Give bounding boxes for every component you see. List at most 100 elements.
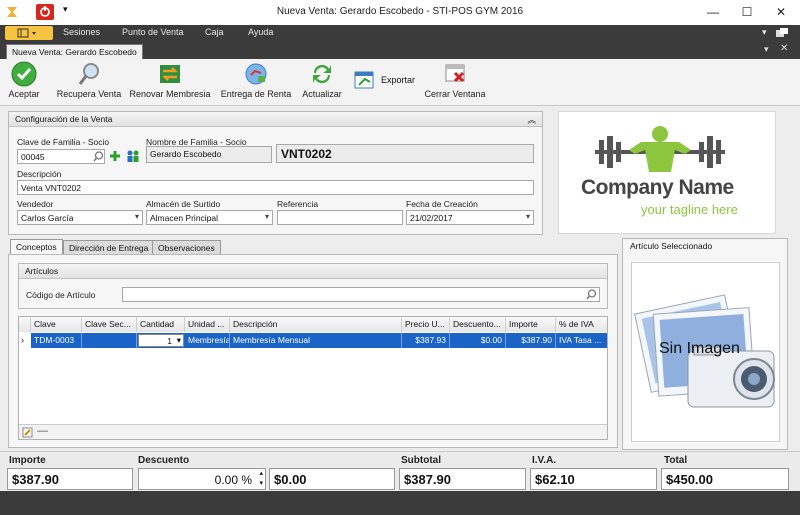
row-indicator-icon: › (19, 333, 31, 348)
grid-header-importe[interactable]: Importe (506, 317, 556, 332)
descuento-pct-input[interactable]: 0.00 % ▴ ▾ (138, 468, 266, 490)
cantidad-value: 1 (167, 336, 172, 346)
grid-header-descuento[interactable]: Descuento... (450, 317, 506, 332)
check-icon (11, 61, 37, 87)
cerrar-ventana-button[interactable]: Cerrar Ventana (424, 61, 486, 99)
menu-punto-de-venta[interactable]: Punto de Venta (122, 27, 184, 37)
aceptar-button[interactable]: Aceptar (6, 61, 42, 99)
articulos-header: Artículos (19, 264, 607, 279)
close-button[interactable]: ✕ (766, 2, 796, 22)
subtotal-label: Subtotal (401, 455, 441, 466)
iva-value: $62.10 (530, 468, 657, 490)
renew-icon (160, 65, 180, 83)
recupera-venta-label: Recupera Venta (56, 89, 122, 99)
cell-importe[interactable]: $387.90 (506, 333, 556, 348)
window-options-icon[interactable] (776, 28, 790, 38)
toolbar: Aceptar Recupera Venta Renovar Membresia… (0, 59, 800, 106)
actualizar-label: Actualizar (302, 89, 342, 99)
family-members-icon[interactable] (125, 149, 141, 165)
renovar-membresia-label: Renovar Membresia (129, 89, 211, 99)
actualizar-button[interactable]: Actualizar (300, 61, 344, 99)
descuento-pct-value: 0.00 % (214, 473, 252, 487)
cell-iva[interactable]: IVA Tasa ... (556, 333, 607, 348)
company-tagline: your tagline here (641, 202, 738, 217)
iva-label: I.V.A. (532, 455, 557, 466)
referencia-label: Referencia (277, 199, 319, 209)
cell-cantidad-editor[interactable]: 1 ▾ (138, 334, 184, 347)
company-logo: Company Name your tagline here (558, 111, 776, 234)
sin-imagen-label: Sin Imagen (659, 340, 740, 357)
grid-header-clave[interactable]: Clave (31, 317, 82, 332)
cell-descuento[interactable]: $0.00 (450, 333, 506, 348)
aceptar-label: Aceptar (8, 89, 40, 99)
search-icon[interactable] (93, 151, 104, 164)
grid-header-unidad[interactable]: Unidad ... (185, 317, 230, 332)
exportar-button[interactable]: Exportar (353, 69, 415, 93)
article-image: Sin Imagen (631, 262, 780, 442)
minimize-button[interactable]: — (698, 2, 728, 22)
add-icon[interactable] (109, 150, 121, 164)
cell-unidad[interactable]: Membresía (185, 333, 230, 348)
vendedor-select[interactable]: Carlos García (17, 210, 143, 225)
exportar-label: Exportar (381, 75, 416, 85)
ribbon-options-icon[interactable]: ▾ (762, 27, 767, 38)
delete-row-icon[interactable]: — (37, 425, 48, 437)
clave-label: Clave de Familia - Socio (17, 137, 110, 147)
grid-header-clave-sec[interactable]: Clave Sec... (82, 317, 137, 332)
tab-strip-dropdown[interactable]: ▾ (764, 44, 769, 55)
grid-header-precio[interactable]: Precio U... (402, 317, 450, 332)
document-tab-nueva-venta[interactable]: Nueva Venta: Gerardo Escobedo (6, 44, 143, 59)
menu-caja[interactable]: Caja (205, 27, 224, 37)
descripcion-input[interactable]: Venta VNT0202 (17, 180, 534, 195)
entrega-de-renta-label: Entrega de Renta (220, 89, 292, 99)
total-value: $450.00 (661, 468, 789, 490)
grid-header-descripcion[interactable]: Descripción (230, 317, 402, 332)
table-row[interactable]: › TDM-0003 1 ▾ Membresía Membresía Mensu… (19, 333, 607, 348)
articles-grid: Clave Clave Sec... Cantidad Unidad ... D… (18, 316, 608, 440)
referencia-input[interactable] (277, 210, 403, 225)
folio-field: VNT0202 (276, 144, 534, 163)
articulos-panel: Artículos (18, 263, 608, 309)
tab-close-icon[interactable]: ✕ (780, 43, 788, 54)
grid-header-cantidad[interactable]: Cantidad (137, 317, 185, 332)
menu-ayuda[interactable]: Ayuda (248, 27, 273, 37)
spin-up-icon[interactable]: ▴ (259, 469, 263, 477)
entrega-de-renta-button[interactable]: Entrega de Renta (220, 61, 292, 99)
almacen-select[interactable]: Almacen Principal (146, 210, 273, 225)
cell-clave[interactable]: TDM-0003 (31, 333, 82, 348)
recupera-venta-button[interactable]: Recupera Venta (55, 61, 123, 99)
tab-direccion-entrega[interactable]: Dirección de Entrega (63, 240, 155, 254)
collapse-chevron-icon[interactable]: ︽ (527, 114, 536, 126)
window-title: Nueva Venta: Gerardo Escobedo - STI-POS … (276, 6, 524, 17)
clave-input[interactable]: 00045 (17, 149, 105, 164)
close-window-icon (445, 64, 465, 83)
cerrar-ventana-label: Cerrar Ventana (424, 89, 486, 99)
fecha-select[interactable]: 21/02/2017 (406, 210, 534, 225)
grid-header-iva[interactable]: % de IVA (556, 317, 607, 332)
vendedor-label: Vendedor (17, 199, 54, 209)
status-bar (0, 491, 800, 515)
descuento-label: Descuento (138, 455, 190, 466)
cell-clave-sec[interactable] (82, 333, 137, 348)
maximize-button[interactable]: ☐ (732, 2, 762, 22)
total-label: Total (664, 455, 688, 466)
company-name: Company Name (581, 176, 734, 199)
codigo-search-icon[interactable] (586, 289, 597, 302)
selected-article-title: Artículo Seleccionado (630, 241, 713, 251)
ribbon-app-button[interactable] (5, 26, 53, 40)
cell-precio[interactable]: $387.93 (402, 333, 450, 348)
cell-descripcion[interactable]: Membresía Mensual (230, 333, 402, 348)
renovar-membresia-button[interactable]: Renovar Membresia (128, 61, 212, 99)
codigo-input[interactable] (122, 287, 600, 302)
edit-row-icon[interactable] (22, 427, 33, 439)
tab-observaciones[interactable]: Observaciones (152, 240, 221, 254)
cantidad-dropdown-icon[interactable]: ▾ (177, 335, 181, 346)
articulos-title: Artículos (25, 266, 59, 276)
spin-down-icon[interactable]: ▾ (259, 479, 263, 487)
importe-value: $387.90 (7, 468, 133, 490)
tab-conceptos[interactable]: Conceptos (10, 239, 63, 255)
menu-sesiones[interactable]: Sesiones (63, 27, 100, 37)
refresh-icon (313, 64, 331, 84)
descripcion-label: Descripción (17, 169, 62, 179)
nombre-field: Gerardo Escobedo (146, 146, 272, 163)
